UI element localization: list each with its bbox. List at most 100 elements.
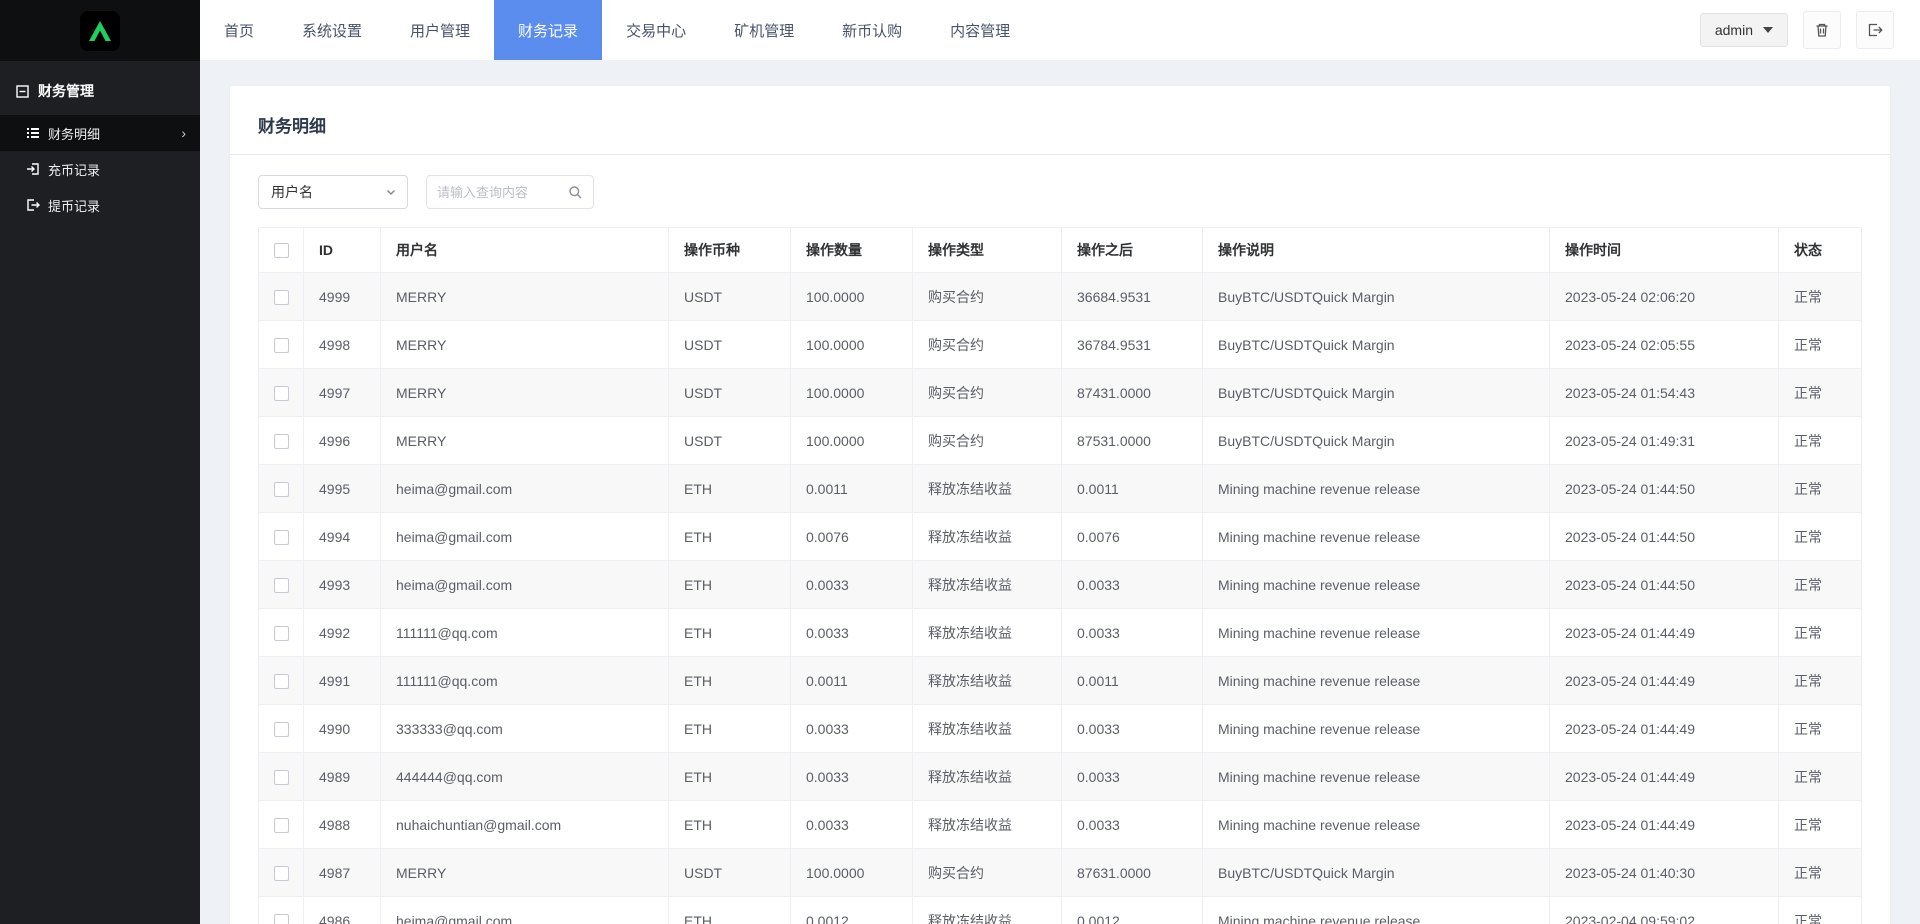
logout-button[interactable] bbox=[1856, 11, 1894, 49]
cell-coin: USDT bbox=[668, 320, 791, 369]
nav-item-home[interactable]: 首页 bbox=[200, 0, 278, 60]
cell-username: MERRY bbox=[380, 848, 669, 897]
filter-field-value: 用户名 bbox=[271, 184, 313, 200]
table-header: ID 用户名 操作币种 操作数量 操作类型 操作之后 操作说明 操作时间 状态 bbox=[258, 227, 1862, 273]
topnav: 首页 系统设置 用户管理 财务记录 交易中心 矿机管理 新币认购 内容管理 ad… bbox=[200, 0, 1920, 61]
nav-item-user-management[interactable]: 用户管理 bbox=[386, 0, 494, 60]
nav-item-system-settings[interactable]: 系统设置 bbox=[278, 0, 386, 60]
row-checkbox[interactable] bbox=[273, 913, 289, 924]
cell-amount: 100.0000 bbox=[790, 272, 913, 321]
table-row: 4996 MERRY USDT 100.0000 购买合约 87531.0000 BuyBT… bbox=[258, 416, 1862, 465]
row-checkbox[interactable] bbox=[273, 433, 289, 449]
cell-time: 2023-05-24 01:49:31 bbox=[1549, 416, 1779, 465]
col-header-coin: 操作币种 bbox=[668, 227, 791, 273]
nav-item-new-coin-subscription[interactable]: 新币认购 bbox=[818, 0, 926, 60]
cell-coin: ETH bbox=[668, 896, 791, 924]
cell-time: 2023-05-24 01:44:50 bbox=[1549, 464, 1779, 513]
sidebar-item-deposit-records[interactable]: 充币记录 bbox=[0, 151, 200, 187]
cell-time: 2023-05-24 02:05:55 bbox=[1549, 320, 1779, 369]
table-row: 4991 111111@qq.com ETH 0.0011 释放冻结收益 0.0011 Mi… bbox=[258, 656, 1862, 705]
row-select-cell bbox=[258, 752, 304, 801]
cell-description: Mining machine revenue release bbox=[1202, 800, 1550, 849]
cell-id: 4992 bbox=[303, 608, 381, 657]
cell-id: 4995 bbox=[303, 464, 381, 513]
search-icon[interactable] bbox=[568, 185, 583, 200]
cell-time: 2023-02-04 09:59:02 bbox=[1549, 896, 1779, 924]
row-checkbox[interactable] bbox=[273, 625, 289, 641]
cell-id: 4999 bbox=[303, 272, 381, 321]
sidebar-item-finance-detail[interactable]: 财务明细 › bbox=[0, 115, 200, 151]
sign-out-icon bbox=[26, 198, 40, 212]
cell-time: 2023-05-24 01:44:49 bbox=[1549, 656, 1779, 705]
select-all-checkbox[interactable] bbox=[273, 243, 289, 259]
row-select-cell bbox=[258, 272, 304, 321]
main-column: 首页 系统设置 用户管理 财务记录 交易中心 矿机管理 新币认购 内容管理 ad… bbox=[200, 0, 1920, 924]
table-body: 4999 MERRY USDT 100.0000 购买合约 36684.9531 BuyBT… bbox=[258, 272, 1862, 924]
nav-item-content-management[interactable]: 内容管理 bbox=[926, 0, 1034, 60]
col-header-username: 用户名 bbox=[380, 227, 669, 273]
sidebar-item-label: 充币记录 bbox=[48, 162, 101, 178]
nav-item-trade-center[interactable]: 交易中心 bbox=[602, 0, 710, 60]
row-checkbox[interactable] bbox=[273, 865, 289, 881]
cell-balance-after: 87631.0000 bbox=[1061, 848, 1203, 897]
sidebar-section-finance[interactable]: 财务管理 bbox=[0, 71, 200, 115]
cell-balance-after: 0.0076 bbox=[1061, 512, 1203, 561]
cell-id: 4993 bbox=[303, 560, 381, 609]
cell-balance-after: 36784.9531 bbox=[1061, 320, 1203, 369]
filter-row: 用户名 bbox=[258, 175, 1862, 209]
row-checkbox[interactable] bbox=[273, 577, 289, 593]
cell-balance-after: 0.0033 bbox=[1061, 704, 1203, 753]
cell-description: Mining machine revenue release bbox=[1202, 560, 1550, 609]
row-checkbox[interactable] bbox=[273, 529, 289, 545]
cell-time: 2023-05-24 01:40:30 bbox=[1549, 848, 1779, 897]
chevron-right-icon: › bbox=[181, 125, 186, 141]
cell-time: 2023-05-24 01:44:50 bbox=[1549, 560, 1779, 609]
cell-time: 2023-05-24 01:44:49 bbox=[1549, 752, 1779, 801]
clear-cache-button[interactable] bbox=[1803, 11, 1841, 49]
cell-amount: 0.0033 bbox=[790, 608, 913, 657]
cell-amount: 0.0033 bbox=[790, 800, 913, 849]
row-select-cell bbox=[258, 560, 304, 609]
cell-amount: 100.0000 bbox=[790, 848, 913, 897]
admin-label: admin bbox=[1714, 22, 1753, 38]
table-row: 4989 444444@qq.com ETH 0.0033 释放冻结收益 0.0033 Mi… bbox=[258, 752, 1862, 801]
cell-username: heima@gmail.com bbox=[380, 896, 669, 924]
row-select-cell bbox=[258, 416, 304, 465]
app-logo[interactable] bbox=[80, 10, 120, 51]
row-checkbox[interactable] bbox=[273, 481, 289, 497]
col-header-description: 操作说明 bbox=[1202, 227, 1550, 273]
row-checkbox[interactable] bbox=[273, 673, 289, 689]
table-row: 4987 MERRY USDT 100.0000 购买合约 87631.0000 BuyBT… bbox=[258, 848, 1862, 897]
filter-field-select[interactable]: 用户名 bbox=[258, 175, 408, 209]
cell-description: Mining machine revenue release bbox=[1202, 656, 1550, 705]
nav-item-finance-records[interactable]: 财务记录 bbox=[494, 0, 603, 60]
cell-status: 正常 bbox=[1778, 512, 1862, 561]
cell-status: 正常 bbox=[1778, 368, 1862, 417]
content-area: 财务明细 用户名 请输入查询内容 ID 用户名 操作币种 操作数量 操作类型 操… bbox=[200, 61, 1920, 924]
cell-amount: 0.0011 bbox=[790, 656, 913, 705]
cell-status: 正常 bbox=[1778, 704, 1862, 753]
cell-balance-after: 87531.0000 bbox=[1061, 416, 1203, 465]
row-checkbox[interactable] bbox=[273, 385, 289, 401]
row-select-cell bbox=[258, 608, 304, 657]
logo-icon bbox=[89, 20, 111, 41]
row-checkbox[interactable] bbox=[273, 817, 289, 833]
cell-amount: 0.0012 bbox=[790, 896, 913, 924]
sidebar-item-withdraw-records[interactable]: 提币记录 bbox=[0, 187, 200, 223]
cell-balance-after: 0.0011 bbox=[1061, 464, 1203, 513]
cell-description: Mining machine revenue release bbox=[1202, 704, 1550, 753]
cell-operation-type: 释放冻结收益 bbox=[912, 512, 1062, 561]
nav-item-mining-management[interactable]: 矿机管理 bbox=[710, 0, 818, 60]
topnav-right-controls: admin bbox=[1699, 0, 1920, 60]
row-checkbox[interactable] bbox=[273, 769, 289, 785]
search-box bbox=[426, 175, 594, 209]
cell-status: 正常 bbox=[1778, 608, 1862, 657]
row-checkbox[interactable] bbox=[273, 721, 289, 737]
admin-dropdown[interactable]: admin bbox=[1699, 13, 1788, 47]
row-checkbox[interactable] bbox=[273, 337, 289, 353]
search-input[interactable] bbox=[437, 184, 568, 200]
cell-id: 4987 bbox=[303, 848, 381, 897]
row-checkbox[interactable] bbox=[273, 289, 289, 305]
cell-time: 2023-05-24 01:44:50 bbox=[1549, 512, 1779, 561]
cell-id: 4991 bbox=[303, 656, 381, 705]
